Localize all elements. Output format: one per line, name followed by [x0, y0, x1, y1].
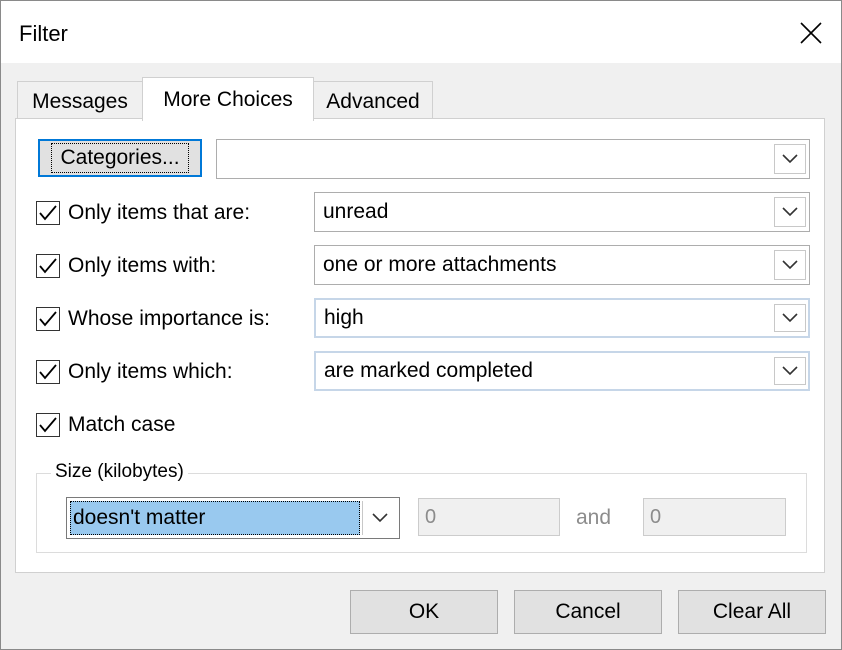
checkbox-label: Only items with: [68, 254, 217, 277]
size-selected-value: doesn't matter [70, 501, 360, 535]
checkbox-label: Whose importance is: [68, 307, 270, 330]
check-icon [39, 258, 57, 274]
checkbox[interactable] [36, 254, 60, 278]
more-choices-panel: Categories... Only items that are: unrea… [15, 118, 825, 573]
close-button[interactable] [791, 13, 831, 53]
tab-advanced[interactable]: Advanced [313, 81, 433, 121]
status-combo[interactable]: unread [314, 192, 810, 232]
ok-button[interactable]: OK [350, 590, 498, 634]
size-group-label: Size (kilobytes) [51, 461, 188, 483]
dialog-title: Filter [19, 21, 68, 46]
check-icon [39, 311, 57, 327]
categories-combo[interactable] [216, 139, 810, 179]
chevron-down-icon [782, 154, 798, 164]
title-bar: Filter [1, 1, 841, 63]
attachments-combo[interactable]: one or more attachments [314, 245, 810, 285]
checkbox-label: Match case [68, 413, 176, 436]
check-icon [39, 417, 57, 433]
chevron-down-icon [782, 366, 798, 376]
filter-row-completion[interactable]: Only items which: [36, 360, 233, 384]
filter-dialog: Filter Messages More Choices Advanced Ca… [0, 0, 842, 650]
match-case-row[interactable]: Match case [36, 413, 175, 437]
categories-button[interactable]: Categories... [38, 139, 202, 177]
filter-row-importance[interactable]: Whose importance is: [36, 307, 270, 331]
filter-row-status[interactable]: Only items that are: [36, 201, 250, 225]
dropdown-button[interactable] [774, 144, 806, 174]
chevron-down-icon [782, 260, 798, 270]
tab-messages[interactable]: Messages [17, 81, 143, 121]
dropdown-button[interactable] [362, 501, 396, 535]
and-label: and [576, 506, 612, 529]
chevron-down-icon [782, 313, 798, 323]
cancel-button[interactable]: Cancel [514, 590, 662, 634]
checkbox-label: Only items which: [68, 360, 233, 383]
dropdown-button[interactable] [774, 197, 806, 227]
dropdown-button[interactable] [774, 250, 806, 280]
tab-more-choices[interactable]: More Choices [142, 77, 314, 121]
dropdown-button[interactable] [774, 304, 806, 332]
close-icon [800, 22, 822, 44]
checkbox-label: Only items that are: [68, 201, 251, 224]
completion-combo[interactable]: are marked completed [314, 351, 810, 391]
importance-combo[interactable]: high [314, 298, 810, 338]
check-icon [39, 205, 57, 221]
clear-all-button[interactable]: Clear All [678, 590, 826, 634]
check-icon [39, 364, 57, 380]
checkbox[interactable] [36, 201, 60, 225]
chevron-down-icon [782, 207, 798, 217]
chevron-down-icon [371, 513, 388, 523]
dropdown-button[interactable] [774, 357, 806, 385]
size-from-input[interactable]: 0 [418, 498, 560, 536]
size-combo[interactable]: doesn't matter [66, 497, 400, 539]
checkbox[interactable] [36, 307, 60, 331]
filter-row-attachments[interactable]: Only items with: [36, 254, 216, 278]
size-to-input[interactable]: 0 [643, 498, 786, 536]
checkbox[interactable] [36, 360, 60, 384]
checkbox[interactable] [36, 413, 60, 437]
